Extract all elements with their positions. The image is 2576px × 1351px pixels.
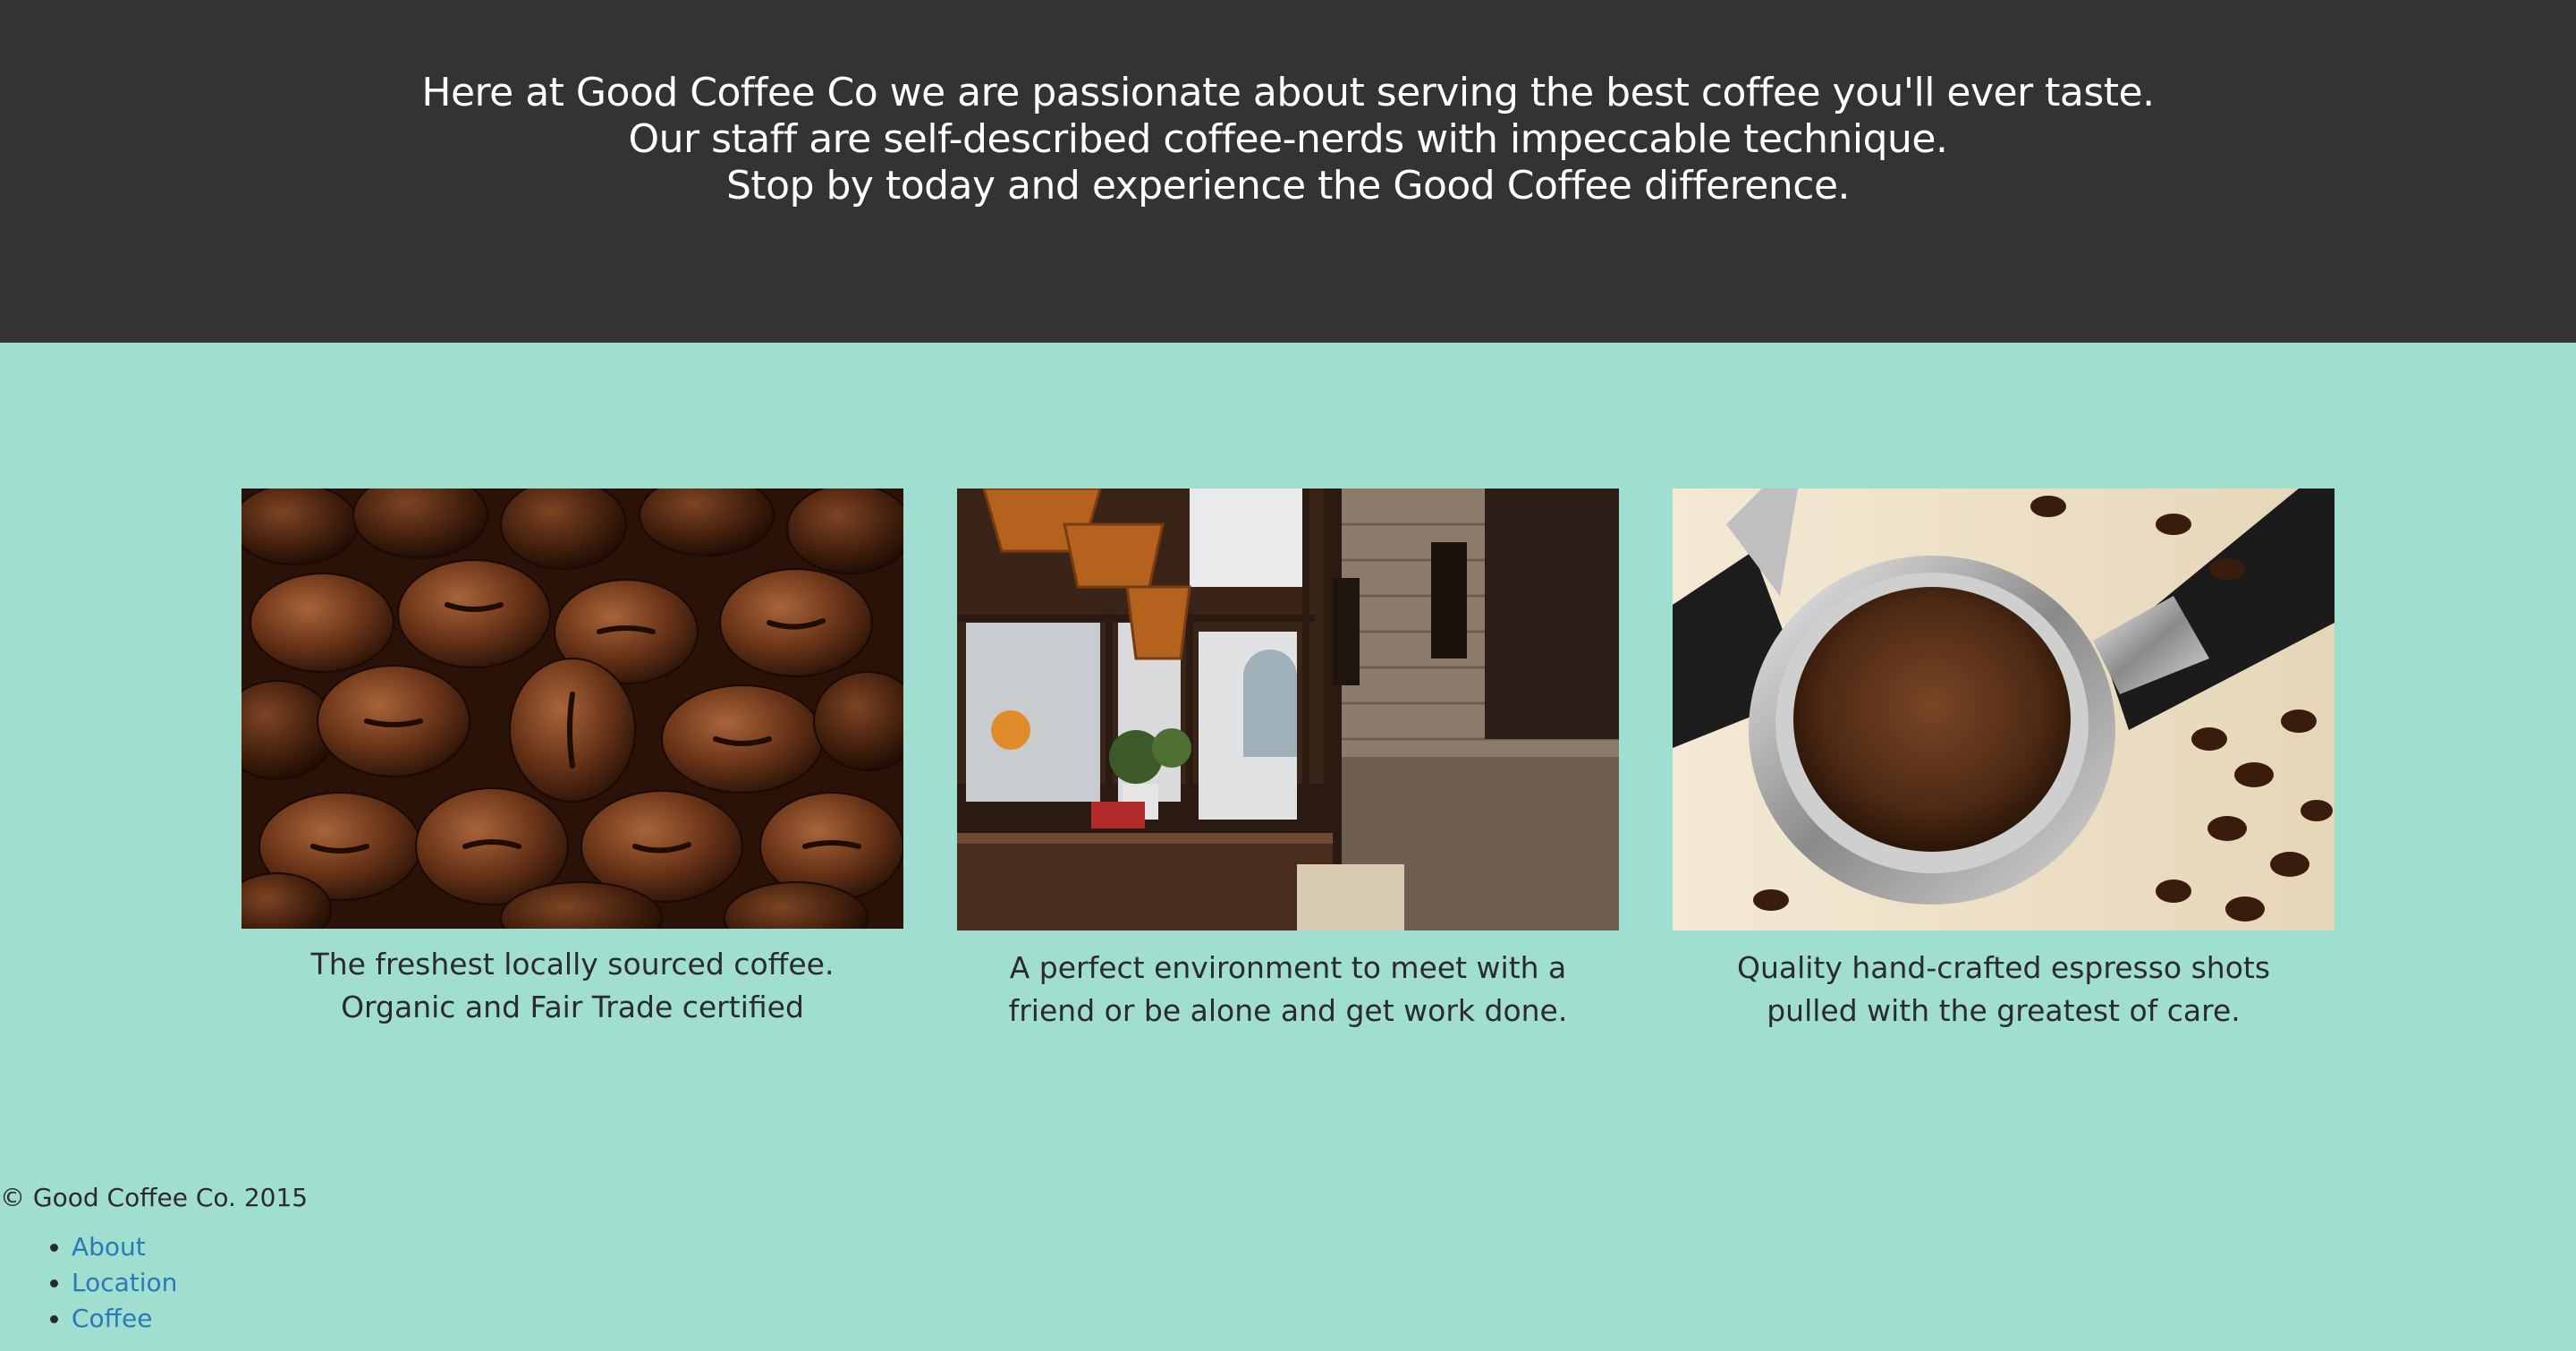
- feature-caption: Quality hand-crafted espresso shots pull…: [1736, 950, 2271, 1028]
- feature-coffee-beans: The freshest locally sourced coffee. Org…: [242, 489, 903, 1029]
- feature-caption: The freshest locally sourced coffee. Org…: [310, 947, 835, 1024]
- about-link[interactable]: About: [72, 1232, 146, 1262]
- location-link[interactable]: Location: [72, 1268, 177, 1297]
- hero-banner: Here at Good Coffee Co we are passionate…: [0, 0, 2576, 343]
- cafe-interior-photo: [957, 489, 1619, 930]
- espresso-portafilter-photo: [1673, 489, 2334, 930]
- footer-nav-item-location: Location: [72, 1265, 308, 1301]
- hero-line-1: Here at Good Coffee Co we are passionate…: [421, 70, 2155, 115]
- footer-nav-item-about: About: [72, 1229, 308, 1265]
- coffee-beans-photo: [242, 489, 903, 929]
- coffee-link[interactable]: Coffee: [72, 1304, 152, 1333]
- footer-nav-item-coffee: Coffee: [72, 1301, 308, 1337]
- feature-espresso: Quality hand-crafted espresso shots pull…: [1673, 489, 2334, 1032]
- hero-line-2: Our staff are self-described coffee-nerd…: [628, 116, 1948, 162]
- site-footer: © Good Coffee Co. 2015 About Location Co…: [0, 1176, 308, 1337]
- hero-line-3: Stop by today and experience the Good Co…: [725, 163, 1851, 208]
- footer-nav: About Location Coffee: [0, 1229, 308, 1337]
- feature-caption: A perfect environment to meet with a fri…: [1008, 950, 1568, 1028]
- feature-cafe-interior: A perfect environment to meet with a fri…: [957, 489, 1619, 1032]
- hero-text: Here at Good Coffee Co we are passionate…: [0, 70, 2576, 209]
- copyright-text: © Good Coffee Co. 2015: [0, 1183, 309, 1212]
